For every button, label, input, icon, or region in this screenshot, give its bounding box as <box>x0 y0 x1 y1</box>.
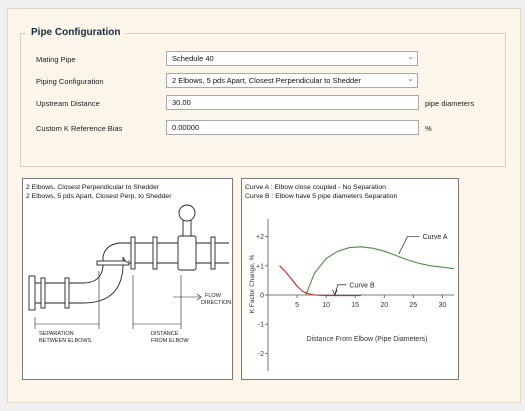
curve-b-label: Curve B <box>349 282 375 289</box>
x-tick-label: 5 <box>295 302 299 309</box>
series-line-curve-b <box>279 265 361 297</box>
pipe-flange <box>210 236 216 270</box>
pipe-flange <box>152 236 158 270</box>
curve-b-arrow-head <box>332 289 338 296</box>
x-tick-label: 10 <box>322 302 330 309</box>
separation-label-2: BETWEEN ELBOWS <box>39 338 92 344</box>
separation-label-1: SEPARATION <box>39 331 74 337</box>
upstream-distance-label: Upstream Distance <box>36 99 100 108</box>
upstream-distance-input[interactable] <box>166 95 419 110</box>
piping-illustration-panel: 2 Elbows, Closest Perpendicular to Shedd… <box>22 178 233 380</box>
flow-label-1: FLOW <box>205 293 222 299</box>
piping-configuration-select[interactable]: 2 Elbows, 5 pds Apart, Closest Perpendic… <box>166 73 418 88</box>
mating-pipe-select[interactable]: Schedule 40 <box>166 51 418 66</box>
distance-label-1: DISTANCE <box>151 331 179 337</box>
mating-pipe-label: Mating Pipe <box>36 55 76 64</box>
y-tick-label: -2 <box>258 351 264 358</box>
piping-configuration-label: Piping Configuration <box>36 77 104 86</box>
x-tick-label: 30 <box>438 302 446 309</box>
piping-configuration-select-wrap: 2 Elbows, 5 pds Apart, Closest Perpendic… <box>166 73 418 88</box>
pipe-flange <box>40 277 46 309</box>
x-axis-label: Distance From Elbow (Pipe Diameters) <box>307 336 428 343</box>
x-tick-label: 25 <box>409 302 417 309</box>
meter-stem <box>182 218 192 237</box>
pipe-flange <box>96 260 130 266</box>
piping-diagram: FLOW DIRECTION SEPARATION BETWEEN ELBOWS… <box>28 204 231 344</box>
transmitter-head <box>178 204 196 222</box>
curve-a-leader <box>398 236 420 255</box>
custom-k-bias-input[interactable] <box>166 120 419 135</box>
mating-pipe-select-wrap: Schedule 40 ⌄ <box>166 51 418 66</box>
flow-label-2: DIRECTION <box>201 300 231 306</box>
pipe-flange <box>64 277 70 309</box>
y-tick-label: +1 <box>256 263 264 270</box>
series-line-curve-a <box>305 246 455 296</box>
x-tick-label: 15 <box>351 302 359 309</box>
k-factor-chart: 5 10 15 20 25 30 +2 +1 0 -1 -2 Curve A Curve B K Fa… <box>249 219 455 371</box>
upstream-distance-unit: pipe diameters <box>425 99 475 108</box>
distance-dimension <box>132 275 182 329</box>
y-tick-label: -1 <box>258 322 264 329</box>
group-title: Pipe Configuration <box>26 27 126 38</box>
curve-b-leader <box>334 284 347 296</box>
meter-body <box>177 235 197 271</box>
y-axis-label: K Factor Change, % <box>249 255 256 314</box>
elbow-2 <box>102 242 132 264</box>
x-tick-label: 20 <box>380 302 388 309</box>
k-factor-chart-panel: Curve A : Elbow close coupled - No Separ… <box>241 178 459 380</box>
custom-k-bias-label: Custom K Reference Bias <box>36 124 123 133</box>
curve-a-label: Curve A <box>423 234 448 241</box>
y-tick-label: 0 <box>260 293 264 300</box>
distance-label-2: FROM ELBOW <box>151 338 189 344</box>
pipe-flange <box>130 236 136 270</box>
custom-k-bias-unit: % <box>425 124 432 133</box>
y-tick-label: +2 <box>256 234 264 241</box>
pipe-flange <box>28 275 36 311</box>
